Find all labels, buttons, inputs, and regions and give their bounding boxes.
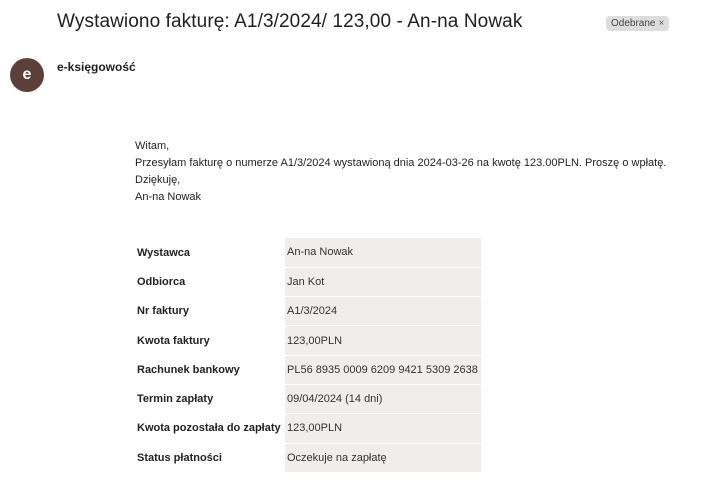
row-value-due-date: 09/04/2024 (14 dni) [285, 384, 481, 415]
table-row: Wystawca An-na Nowak [135, 238, 481, 268]
row-value-recipient: Jan Kot [285, 267, 481, 298]
message-line: Przesyłam fakturę o numerze A1/3/2024 wy… [135, 157, 667, 169]
remove-label-icon[interactable]: × [658, 18, 664, 29]
row-label-invoice-number: Nr faktury [135, 296, 285, 326]
row-label-bank-account: Rachunek bankowy [135, 355, 285, 385]
row-label-recipient: Odbiorca [135, 267, 285, 297]
row-value-payment-status: Oczekuje na zapłatę [285, 443, 481, 473]
row-label-invoice-amount: Kwota faktury [135, 325, 285, 356]
table-row: Status płatności Oczekuje na zapłatę [135, 443, 481, 473]
row-label-due-date: Termin zapłaty [135, 384, 285, 414]
table-row: Kwota faktury 123,00PLN [135, 325, 481, 356]
row-label-issuer: Wystawca [135, 238, 285, 268]
thanks-line: Dziękuję, [135, 174, 181, 186]
row-value-amount-due: 123,00PLN [285, 413, 481, 444]
table-row: Termin zapłaty 09/04/2024 (14 dni) [135, 384, 481, 415]
table-row: Nr faktury A1/3/2024 [135, 296, 481, 327]
row-value-issuer: An-na Nowak [285, 238, 481, 268]
label-chip-text: Odebrane [611, 18, 656, 29]
avatar[interactable]: e [10, 58, 44, 92]
signature-line: An-na Nowak [135, 191, 202, 203]
row-label-payment-status: Status płatności [135, 443, 285, 473]
row-label-amount-due: Kwota pozostała do zapłaty [135, 413, 285, 444]
table-row: Rachunek bankowy PL56 8935 0009 6209 942… [135, 355, 481, 385]
sender-name[interactable]: e-księgowość [57, 60, 136, 74]
message-body: Witam, Przesyłam fakturę o numerze A1/3/… [135, 138, 666, 206]
table-row: Odbiorca Jan Kot [135, 267, 481, 298]
row-value-invoice-amount: 123,00PLN [285, 325, 481, 356]
label-chip-inbox[interactable]: Odebrane × [606, 16, 670, 31]
email-subject: Wystawiono fakturę: A1/3/2024/ 123,00 - … [57, 11, 523, 32]
greeting-line: Witam, [135, 140, 170, 152]
row-value-invoice-number: A1/3/2024 [285, 296, 481, 327]
invoice-details-table: Wystawca An-na Nowak Odbiorca Jan Kot Nr… [135, 238, 481, 473]
table-row: Kwota pozostała do zapłaty 123,00PLN [135, 413, 481, 444]
row-value-bank-account: PL56 8935 0009 6209 9421 5309 2638 [285, 355, 481, 385]
